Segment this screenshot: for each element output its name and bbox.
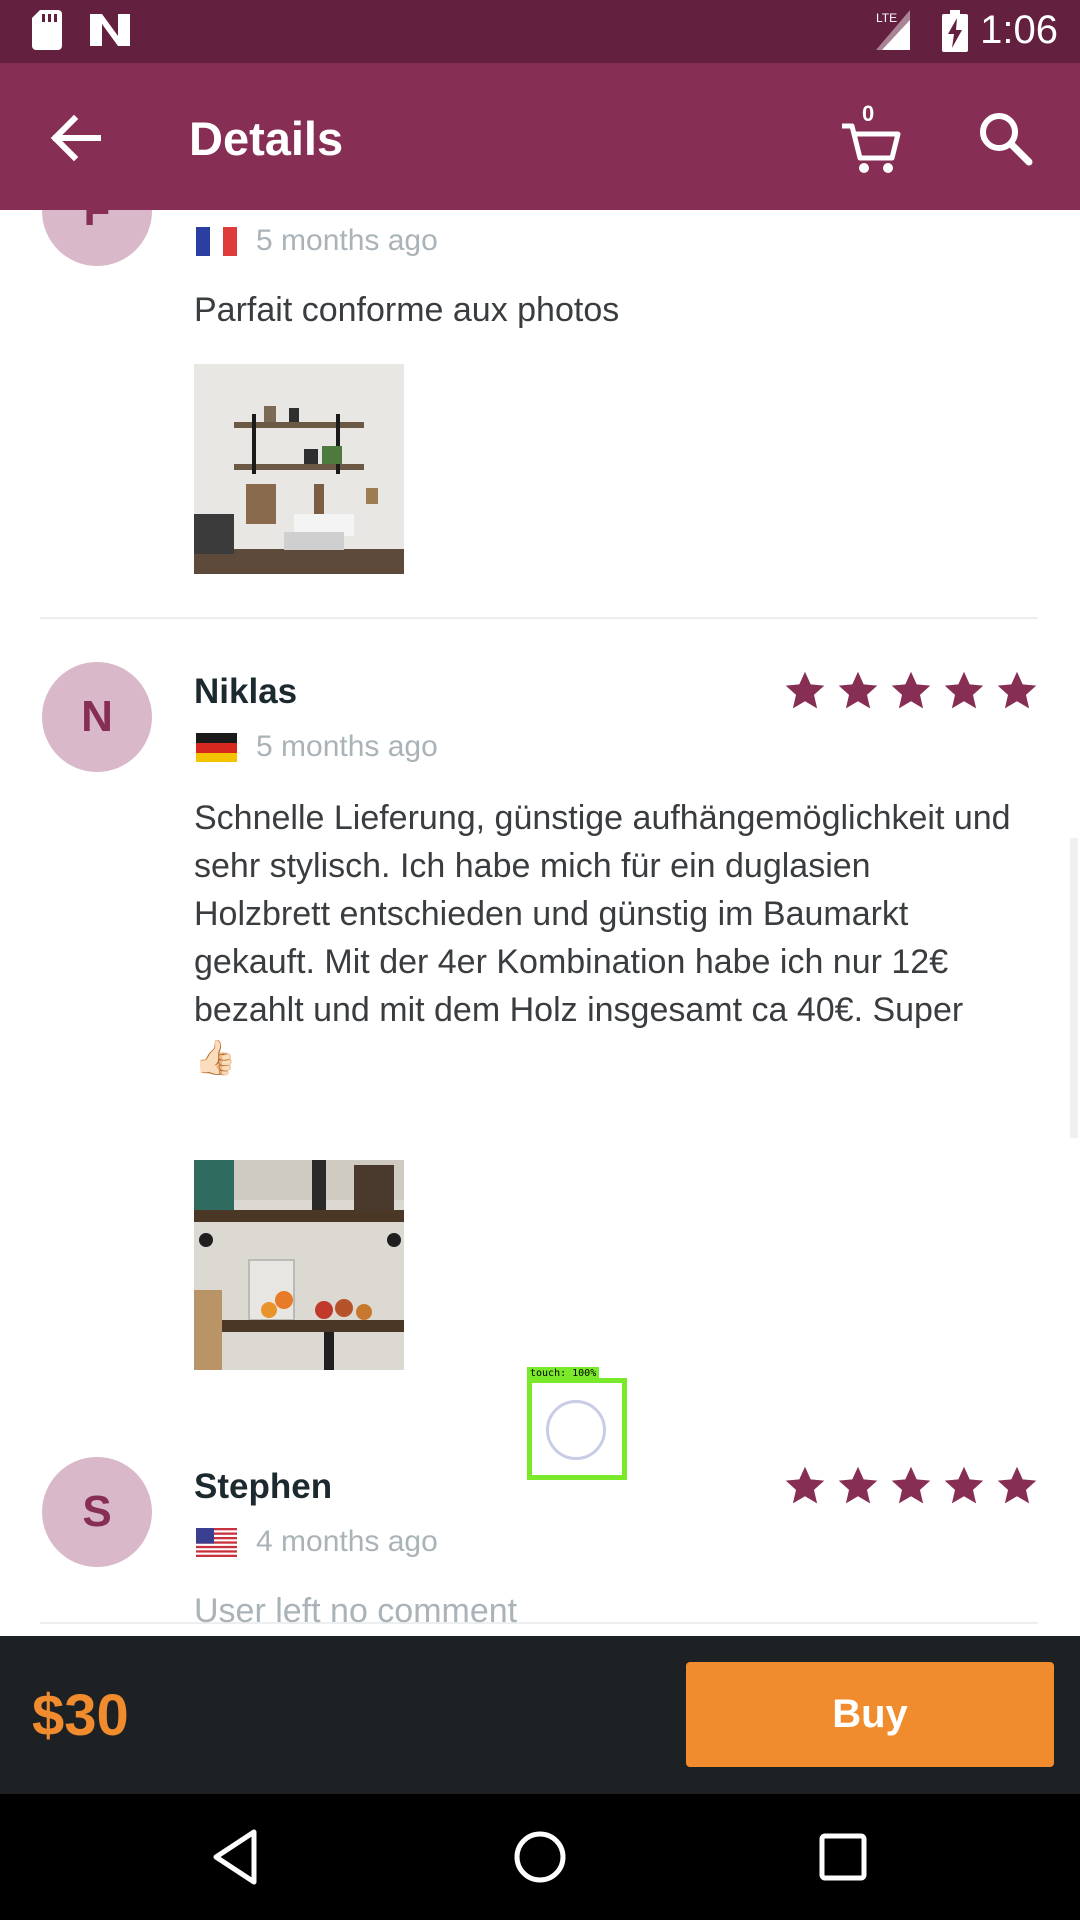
review-photo[interactable] [194, 364, 404, 574]
buy-button[interactable]: Buy [686, 1662, 1054, 1767]
star-rating [783, 669, 1039, 713]
nav-recents-icon[interactable] [810, 1824, 876, 1890]
review-text: User left no comment [194, 1592, 518, 1630]
n-notification-icon [90, 14, 130, 46]
status-time: 1:06 [980, 8, 1058, 52]
avatar-initial: N [81, 692, 113, 741]
star-icon [891, 1466, 931, 1504]
star-icon [785, 1466, 825, 1504]
flag-usa-icon [196, 1528, 237, 1557]
reviewer-name: Niklas [194, 672, 298, 711]
flag-germany-icon [196, 733, 237, 762]
star-icon [997, 1466, 1037, 1504]
star-icon [944, 1466, 984, 1504]
avatar: F [42, 210, 152, 266]
avatar: N [42, 662, 152, 772]
star-icon [944, 671, 984, 709]
star-rating [783, 1464, 1039, 1508]
nav-home-icon[interactable] [507, 1824, 573, 1890]
star-icon [838, 1466, 878, 1504]
reviewer-name: Stephen [194, 1467, 333, 1506]
search-icon[interactable] [975, 108, 1035, 168]
flag-france-icon [196, 227, 237, 256]
price-label: $30 [32, 1683, 129, 1748]
star-icon [891, 671, 931, 709]
star-icon [997, 671, 1037, 709]
review-text: Schnelle Lieferung, günstige aufhängemög… [194, 799, 1011, 1077]
touch-point [546, 1400, 606, 1460]
back-arrow-icon[interactable] [40, 103, 110, 173]
divider [40, 617, 1038, 619]
sd-card-icon [32, 10, 62, 50]
star-icon [838, 671, 878, 709]
buy-bar: $30 Buy [0, 1636, 1080, 1794]
battery-charging-icon [942, 10, 968, 52]
scrollbar[interactable] [1070, 838, 1078, 1138]
network-type-label: LTE [876, 11, 897, 25]
screen: LTE 1:06 Details 0 F 5 months ago Parfai… [0, 0, 1080, 1920]
page-title: Details [189, 112, 344, 165]
nav-back-icon[interactable] [204, 1824, 270, 1890]
review-date: 5 months ago [256, 730, 438, 763]
review-date: 5 months ago [256, 224, 438, 257]
status-bar: LTE 1:06 [0, 0, 1080, 63]
review-date: 4 months ago [256, 1525, 438, 1558]
lte-signal-icon: LTE [876, 10, 910, 50]
navigation-bar [0, 1794, 1080, 1920]
review-photo[interactable] [194, 1160, 404, 1370]
app-bar: Details 0 [0, 63, 1080, 210]
cart-count-badge: 0 [862, 101, 875, 126]
avatar-initial: S [82, 1487, 112, 1536]
avatar-initial: F [83, 210, 111, 235]
review-text: Parfait conforme aux photos [194, 291, 620, 329]
star-icon [785, 671, 825, 709]
avatar: S [42, 1457, 152, 1567]
